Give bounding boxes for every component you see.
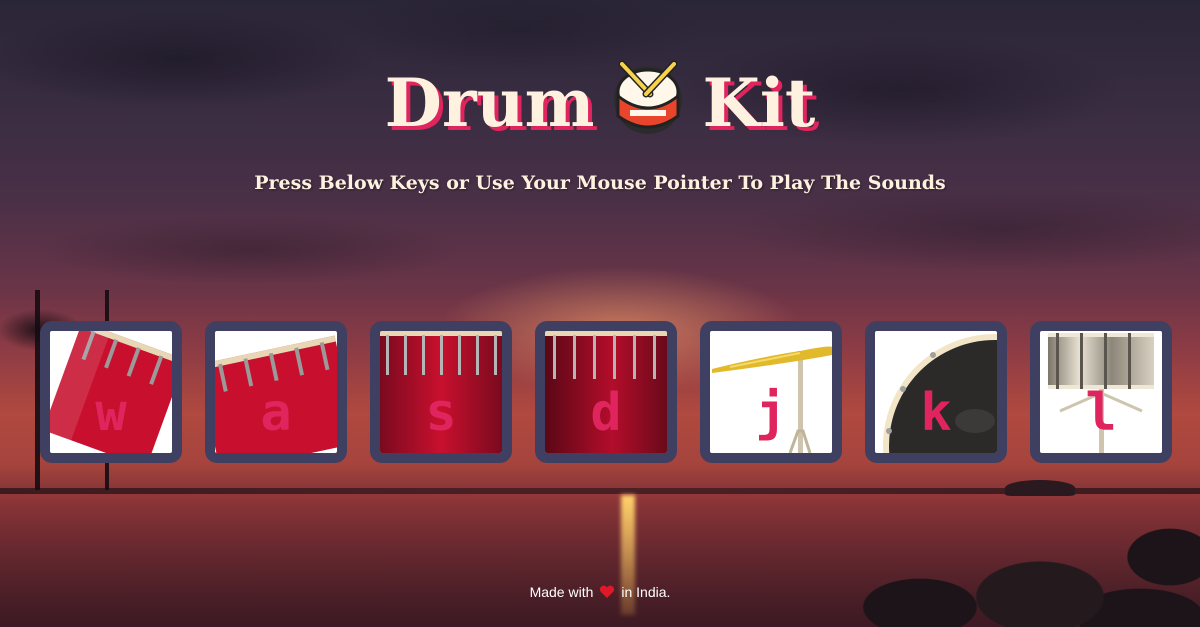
- key-l[interactable]: l: [1030, 321, 1172, 463]
- instructions-subtitle: Press Below Keys or Use Your Mouse Point…: [254, 172, 946, 194]
- footer-prefix: Made with: [529, 584, 594, 600]
- key-letter: s: [425, 383, 457, 443]
- key-k[interactable]: k: [865, 321, 1007, 463]
- background-island: [1005, 480, 1075, 496]
- drum-icon: [608, 58, 688, 138]
- key-letter: a: [260, 383, 292, 443]
- key-letter: j: [755, 383, 787, 443]
- key-letter: w: [95, 383, 127, 443]
- key-s[interactable]: s: [370, 321, 512, 463]
- key-letter: d: [590, 383, 622, 443]
- key-letter: k: [920, 383, 952, 443]
- title-word-kit: Kit: [702, 64, 816, 142]
- heart-icon: [599, 585, 615, 599]
- page-title: Drum Kit: [0, 58, 1200, 145]
- key-d[interactable]: d: [535, 321, 677, 463]
- key-letter: l: [1085, 383, 1117, 443]
- background-rocks: [840, 517, 1200, 627]
- footer: Made with in India.: [0, 584, 1200, 600]
- key-a[interactable]: a: [205, 321, 347, 463]
- footer-suffix: in India.: [621, 584, 671, 600]
- drum-keys: w a s d j k l: [40, 321, 1172, 463]
- title-word-drum: Drum: [384, 64, 595, 142]
- key-w[interactable]: w: [40, 321, 182, 463]
- key-j[interactable]: j: [700, 321, 842, 463]
